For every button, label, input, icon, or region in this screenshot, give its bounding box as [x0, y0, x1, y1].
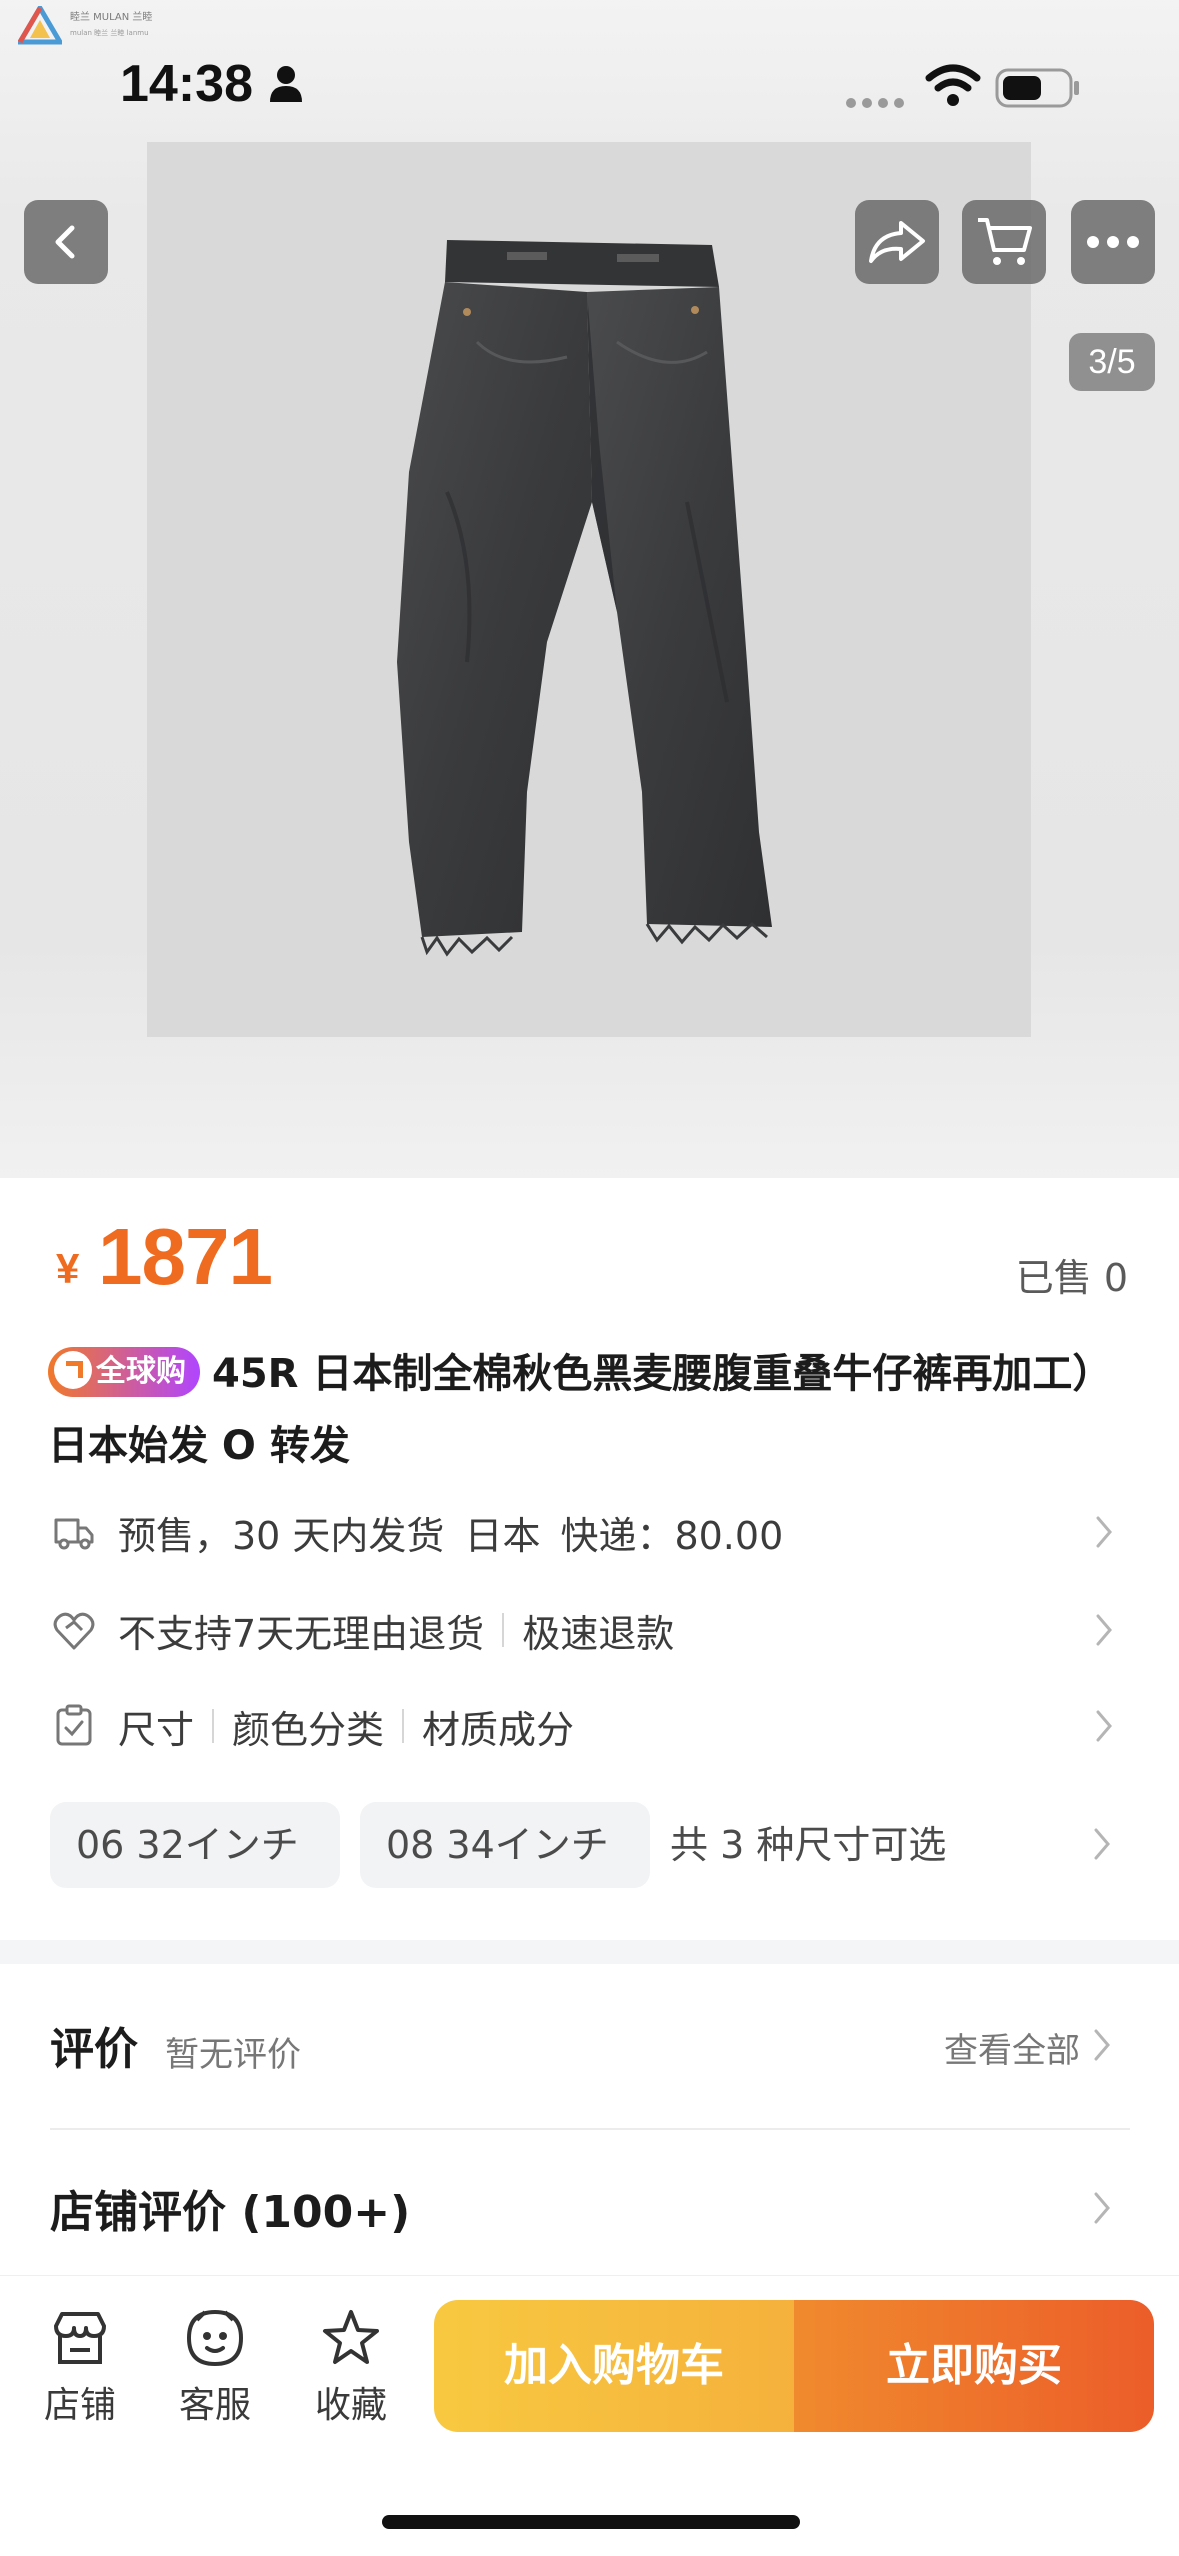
divider	[50, 2128, 1130, 2130]
shipping-row[interactable]: 预售，30 天内发货 日本 快递：80.00	[52, 1502, 1132, 1562]
add-to-cart-button[interactable]: 加入购物车	[434, 2300, 794, 2432]
chevron-left-icon	[55, 225, 75, 259]
chevron-right-icon	[1094, 2192, 1110, 2224]
more-button[interactable]	[1071, 200, 1155, 284]
heart-shield-icon	[53, 1612, 95, 1650]
attr-size: 尺寸	[118, 1707, 195, 1752]
wifi-icon	[925, 64, 981, 106]
size-count-note: 共 3 种尺寸可选	[670, 1823, 947, 1867]
clipboard-check-icon	[56, 1704, 92, 1746]
product-title-block: 全球购 45R 日本制全棉秋色黑麦腰腹重叠牛仔裤再加工）日本始发 O 转发	[48, 1338, 1138, 1482]
tab-service-label: 客服	[178, 2385, 251, 2426]
attr-color: 颜色分类	[232, 1707, 385, 1752]
watermark-icon	[15, 3, 65, 45]
shipping-origin: 日本	[464, 1513, 541, 1558]
truck-icon	[54, 1518, 94, 1550]
watermark-subtext: mulan 睦兰 兰睦 lanmu	[70, 29, 149, 37]
store-icon	[54, 2312, 106, 2364]
shop-reviews-title: 店铺评价 (100+)	[50, 2187, 411, 2238]
customer-service-icon	[186, 2309, 244, 2367]
status-time: 14:38	[120, 55, 253, 113]
price-row: ¥ 1871 已售 0	[56, 1212, 1136, 1305]
attr-material: 材质成分	[422, 1707, 575, 1752]
chevron-right-icon	[1094, 2029, 1110, 2061]
size-chip-08[interactable]: 08 34インチ	[360, 1802, 650, 1888]
shipping-presale: 预售，30 天内发货	[118, 1513, 445, 1558]
chevron-right-icon	[1094, 1828, 1110, 1860]
badge-label: 全球购	[96, 1354, 186, 1389]
reviews-row[interactable]: 评价 暂无评价 查看全部	[50, 2005, 1130, 2085]
tab-store-label: 店铺	[43, 2385, 116, 2426]
size-options[interactable]: 06 32インチ 08 34インチ 共 3 种尺寸可选	[50, 1802, 1130, 1888]
chevron-right-icon	[1096, 1516, 1112, 1548]
watermark-text: 睦兰 MULAN 兰睦	[70, 12, 153, 23]
battery-icon	[995, 68, 1079, 108]
star-icon	[323, 2310, 379, 2364]
more-icon	[1087, 236, 1139, 248]
shop-reviews-row[interactable]: 店铺评价 (100+)	[50, 2170, 1130, 2250]
product-title: 45R 日本制全棉秋色黑麦腰腹重叠牛仔裤再加工）日本始发 O 转发	[48, 1351, 1113, 1469]
tab-customer-service[interactable]: 客服	[160, 2306, 270, 2428]
bottom-action-bar: 店铺 客服 收藏 加入购物车 立即购买	[0, 2275, 1179, 2556]
back-button[interactable]	[24, 200, 108, 284]
return-policy-row[interactable]: 不支持7天无理由退货 极速退款	[52, 1600, 1132, 1660]
product-gallery[interactable]: 睦兰 MULAN 兰睦 mulan 睦兰 兰睦 lanmu 14:38 3/5	[0, 0, 1179, 1178]
chevron-right-icon	[1096, 1614, 1112, 1646]
tab-favorite-label: 收藏	[314, 2385, 387, 2426]
watermark-logo: 睦兰 MULAN 兰睦 mulan 睦兰 兰睦 lanmu	[15, 3, 168, 52]
chevron-right-icon	[1096, 1710, 1112, 1742]
reviews-empty-text: 暂无评价	[165, 2035, 301, 2075]
home-indicator[interactable]	[382, 2515, 800, 2529]
separator	[402, 1709, 405, 1743]
image-counter: 3/5	[1069, 333, 1155, 391]
no-7day-return: 不支持7天无理由退货	[118, 1611, 485, 1656]
fast-refund: 极速退款	[522, 1611, 675, 1656]
global-buy-badge: 全球购	[48, 1347, 200, 1397]
cart-icon	[978, 218, 1032, 265]
tab-favorite[interactable]: 收藏	[296, 2306, 406, 2428]
separator	[212, 1709, 215, 1743]
person-icon	[270, 66, 302, 102]
sold-count: 已售 0	[1015, 1256, 1128, 1300]
attributes-row[interactable]: 尺寸 颜色分类 材质成分	[52, 1696, 1132, 1756]
price-value: 1871	[98, 1212, 273, 1301]
currency-symbol: ¥	[56, 1245, 80, 1292]
share-button[interactable]	[855, 200, 939, 284]
share-icon	[869, 221, 925, 263]
reviews-title: 评价	[50, 2024, 138, 2075]
shipping-fee: 快递：80.00	[560, 1513, 784, 1558]
tab-store[interactable]: 店铺	[25, 2306, 135, 2428]
global-buy-icon	[54, 1350, 92, 1389]
view-all-reviews-link[interactable]: 查看全部	[944, 2023, 1080, 2072]
separator	[502, 1613, 505, 1647]
cart-button[interactable]	[962, 200, 1046, 284]
size-chip-06[interactable]: 06 32インチ	[50, 1802, 340, 1888]
buy-now-button[interactable]: 立即购买	[794, 2300, 1154, 2432]
section-divider	[0, 1940, 1179, 1964]
signal-dots-icon	[846, 98, 904, 108]
